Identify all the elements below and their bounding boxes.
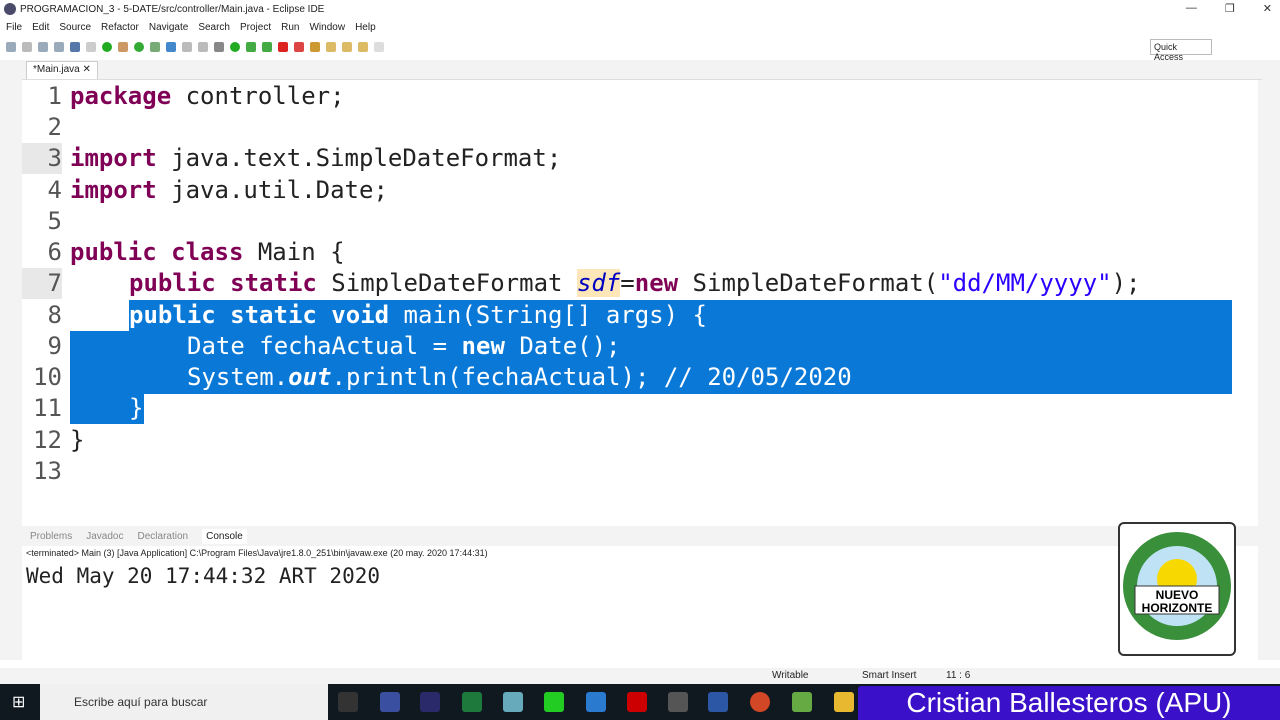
open-type-icon[interactable] — [150, 42, 160, 52]
toggle-whitespace-icon[interactable] — [198, 42, 208, 52]
console-header: <terminated> Main (3) [Java Application]… — [26, 548, 488, 558]
next-edit-icon[interactable] — [342, 42, 352, 52]
quick-access-input[interactable]: Quick Access — [1150, 39, 1212, 62]
save-all-icon[interactable] — [54, 42, 64, 52]
code-line: 6 public class Main { — [47, 238, 345, 266]
save-icon[interactable] — [38, 42, 48, 52]
minimize-button[interactable]: — — [1186, 2, 1197, 15]
console-output: Wed May 20 17:44:32 ART 2020 — [26, 564, 381, 588]
menu-file[interactable]: File — [6, 22, 22, 33]
windows-start-icon[interactable]: ⊞ — [12, 692, 25, 712]
code-line: 5 — [47, 207, 62, 235]
code-line: 4 import java.util.Date; — [47, 176, 388, 204]
eclipse-taskbar-icon[interactable] — [380, 692, 400, 712]
back-icon[interactable] — [358, 42, 368, 52]
code-editor[interactable]: 1 package controller; 2 3 import java.text… — [22, 80, 1258, 510]
excel-icon[interactable] — [462, 692, 482, 712]
tab-declaration[interactable]: Declaration — [138, 531, 189, 542]
file-explorer-icon[interactable] — [834, 692, 854, 712]
search-icon[interactable] — [326, 42, 336, 52]
external-tools-icon[interactable] — [262, 42, 272, 52]
tab-console[interactable]: Console — [202, 528, 247, 544]
code-line: 7 public static SimpleDateFormat sdf=new … — [22, 268, 1232, 299]
institute-logo: NUEVO HORIZONTE — [1118, 522, 1236, 656]
window-controls: — ❐ ✕ — [1186, 2, 1272, 15]
close-button[interactable]: ✕ — [1263, 2, 1272, 15]
notepad-icon[interactable] — [792, 692, 812, 712]
tab-javadoc[interactable]: Javadoc — [86, 531, 123, 542]
menu-edit[interactable]: Edit — [32, 22, 49, 33]
task-view-icon[interactable] — [338, 692, 358, 712]
new-class-icon[interactable] — [134, 42, 144, 52]
menu-project[interactable]: Project — [240, 22, 271, 33]
bottom-panel-tabs: Problems Javadoc Declaration Console — [22, 526, 1258, 546]
editor-tab-row — [22, 60, 1262, 80]
debug-icon[interactable] — [214, 42, 224, 52]
new-icon[interactable] — [6, 42, 16, 52]
settings-icon[interactable] — [668, 692, 688, 712]
code-line: 1 package controller; — [47, 82, 345, 110]
run-icon[interactable] — [230, 42, 240, 52]
presenter-banner: Cristian Ballesteros (APU) — [858, 686, 1280, 720]
vscode-icon[interactable] — [586, 692, 606, 712]
menu-help[interactable]: Help — [355, 22, 376, 33]
code-line: 12} — [33, 426, 85, 454]
code-line: 8 public static void main(String[] args) … — [47, 301, 707, 329]
tab-label: *Main.java — [33, 64, 80, 75]
coverage-icon[interactable] — [246, 42, 256, 52]
camtasia-icon[interactable] — [544, 692, 564, 712]
code-line: 2 — [47, 113, 62, 141]
logo-graphic: NUEVO HORIZONTE — [1123, 532, 1231, 640]
new-package-icon[interactable] — [118, 42, 128, 52]
tab-main-java[interactable]: *Main.java ✕ — [26, 61, 98, 79]
title-bar: PROGRAMACION_3 - 5-DATE/src/controller/M… — [0, 0, 1280, 18]
powerpoint-icon[interactable] — [750, 692, 770, 712]
code-line: 9 Date fechaActual = new Date(); — [47, 332, 621, 360]
right-trim — [1258, 60, 1280, 660]
menu-navigate[interactable]: Navigate — [149, 22, 188, 33]
eclipse-icon — [4, 3, 16, 15]
menu-bar: File Edit Source Refactor Navigate Search Proj… — [0, 18, 1280, 36]
close-tab-icon[interactable]: ✕ — [82, 64, 90, 75]
window-title: PROGRAMACION_3 - 5-DATE/src/controller/M… — [20, 3, 325, 15]
mark-occurrences-icon[interactable] — [166, 42, 176, 52]
photoshop-icon[interactable] — [420, 692, 440, 712]
menu-run[interactable]: Run — [281, 22, 299, 33]
debug-server-icon[interactable] — [102, 42, 112, 52]
code-line: 3 import java.text.SimpleDateFormat; — [22, 143, 1232, 174]
left-trim — [0, 60, 22, 660]
acrobat-icon[interactable] — [627, 692, 647, 712]
skip-breakpoints-icon[interactable] — [86, 42, 96, 52]
menu-refactor[interactable]: Refactor — [101, 22, 139, 33]
code-line: 10 System.out.println(fechaActual); // 20… — [33, 363, 852, 391]
next-annotation-icon[interactable] — [182, 42, 192, 52]
status-insert-mode: Smart Insert — [862, 670, 917, 681]
status-cursor-position: 11 : 6 — [946, 670, 971, 681]
svg-text:NUEVO: NUEVO — [1156, 588, 1199, 602]
restore-button[interactable]: ❐ — [1225, 2, 1235, 15]
open-folder-icon[interactable] — [310, 42, 320, 52]
new-type-icon[interactable] — [22, 42, 32, 52]
app-icon[interactable] — [503, 692, 523, 712]
word-icon[interactable] — [708, 692, 728, 712]
forward-icon[interactable] — [374, 42, 384, 52]
stop-icon[interactable] — [278, 42, 288, 52]
svg-text:HORIZONTE: HORIZONTE — [1142, 601, 1213, 615]
tab-problems[interactable]: Problems — [30, 531, 72, 542]
terminal-icon[interactable] — [70, 42, 80, 52]
status-bar: Writable Smart Insert 11 : 6 — [0, 668, 1280, 684]
toolbar — [0, 38, 1280, 56]
code-line: 11} — [33, 394, 144, 422]
taskbar-search[interactable]: Escribe aquí para buscar — [40, 684, 328, 720]
code-line: 13 — [33, 457, 62, 485]
menu-source[interactable]: Source — [59, 22, 91, 33]
launch-icon[interactable] — [294, 42, 304, 52]
status-writable: Writable — [772, 670, 809, 681]
menu-search[interactable]: Search — [198, 22, 230, 33]
menu-window[interactable]: Window — [309, 22, 345, 33]
